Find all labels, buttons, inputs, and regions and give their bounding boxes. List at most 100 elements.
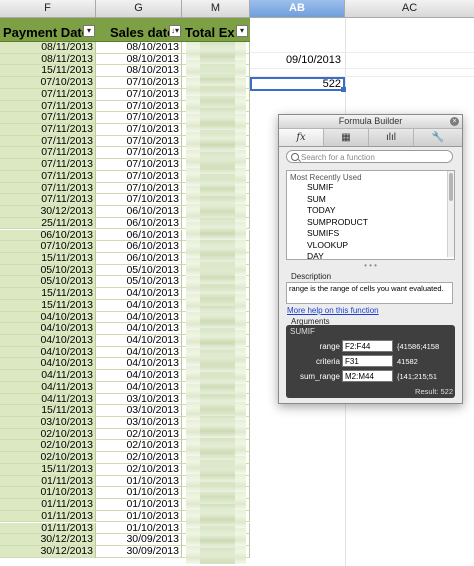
cell-sales-date[interactable]: 01/10/2013: [96, 510, 182, 523]
cell-payment-date[interactable]: 05/10/2013: [0, 276, 96, 289]
argument-input[interactable]: M2:M44: [342, 370, 393, 382]
tab-formula-builder[interactable]: fx: [279, 129, 324, 146]
cell-sales-date[interactable]: 06/10/2013: [96, 229, 182, 242]
cell-payment-date[interactable]: 04/10/2013: [0, 335, 96, 347]
cell-sales-date[interactable]: 03/10/2013: [96, 393, 182, 406]
panel-title-bar[interactable]: Formula Builder ×: [279, 115, 462, 128]
cell-payment-date[interactable]: 30/12/2013: [0, 534, 96, 546]
help-link[interactable]: More help on this function: [287, 306, 379, 315]
close-icon[interactable]: ×: [450, 117, 459, 126]
cell-sales-date[interactable]: 08/10/2013: [96, 42, 182, 54]
cell-payment-date[interactable]: 15/11/2013: [0, 288, 96, 300]
cell-payment-date[interactable]: 02/10/2013: [0, 428, 96, 441]
cell-sales-date[interactable]: 04/10/2013: [96, 288, 182, 300]
function-list-item[interactable]: DAY: [287, 251, 454, 259]
sort-filter-icon[interactable]: ↓▾: [169, 25, 181, 37]
tab-object-palette[interactable]: ▦: [324, 129, 369, 146]
cell-sales-date[interactable]: 03/10/2013: [96, 405, 182, 417]
cell-payment-date[interactable]: 08/11/2013: [0, 42, 96, 54]
cell-sales-date[interactable]: 07/10/2013: [96, 194, 182, 207]
filter-dropdown-icon[interactable]: ▾: [236, 25, 248, 37]
cell-sales-date[interactable]: 04/10/2013: [96, 335, 182, 347]
cell-sales-date[interactable]: 04/10/2013: [96, 358, 182, 371]
cell-sales-date[interactable]: 04/10/2013: [96, 381, 182, 394]
cell-sales-date[interactable]: 05/10/2013: [96, 276, 182, 289]
function-list-item[interactable]: SUM: [287, 194, 454, 206]
cell-payment-date[interactable]: 04/11/2013: [0, 370, 96, 382]
cell-sales-date[interactable]: 04/10/2013: [96, 323, 182, 335]
cell-payment-date[interactable]: 08/11/2013: [0, 53, 96, 66]
cell-sales-date[interactable]: 04/10/2013: [96, 311, 182, 324]
cell-sales-date[interactable]: 08/10/2013: [96, 53, 182, 66]
cell-payment-date[interactable]: 15/11/2013: [0, 405, 96, 417]
cell-sales-date[interactable]: 02/10/2013: [96, 428, 182, 441]
cell-payment-date[interactable]: 01/10/2013: [0, 487, 96, 500]
cell-payment-date[interactable]: 07/11/2013: [0, 159, 96, 171]
function-list-item[interactable]: SUMIF: [287, 182, 454, 194]
cell-sales-date[interactable]: 01/10/2013: [96, 487, 182, 500]
cell-payment-date[interactable]: 05/10/2013: [0, 264, 96, 277]
tab-tools[interactable]: 🔧: [414, 129, 462, 146]
cell-payment-date[interactable]: 02/10/2013: [0, 440, 96, 453]
cell-payment-date[interactable]: 04/10/2013: [0, 323, 96, 335]
cell-sales-date[interactable]: 01/10/2013: [96, 499, 182, 511]
cell-sales-date[interactable]: 07/10/2013: [96, 135, 182, 148]
list-scrollbar[interactable]: [447, 171, 454, 257]
column-header-m[interactable]: M: [182, 0, 250, 17]
cell-sales-date[interactable]: 06/10/2013: [96, 241, 182, 253]
cell-payment-date[interactable]: 15/11/2013: [0, 65, 96, 78]
function-list-item[interactable]: TODAY: [287, 205, 454, 217]
cell-payment-date[interactable]: 07/11/2013: [0, 112, 96, 124]
cell-payment-date[interactable]: 04/11/2013: [0, 381, 96, 394]
cell-payment-date[interactable]: 07/11/2013: [0, 135, 96, 148]
cell-payment-date[interactable]: 06/10/2013: [0, 229, 96, 242]
cell-sales-date[interactable]: 30/09/2013: [96, 545, 182, 558]
cell-payment-date[interactable]: 01/11/2013: [0, 522, 96, 535]
cell-sales-date[interactable]: 06/10/2013: [96, 206, 182, 218]
cell-payment-date[interactable]: 30/12/2013: [0, 206, 96, 218]
cell-sales-date[interactable]: 05/10/2013: [96, 264, 182, 277]
cell-sales-date[interactable]: 30/09/2013: [96, 534, 182, 546]
column-header-g[interactable]: G: [96, 0, 182, 17]
cell-sales-date[interactable]: 08/10/2013: [96, 65, 182, 78]
function-list-item[interactable]: SUMPRODUCT: [287, 217, 454, 229]
function-list-item[interactable]: VLOOKUP: [287, 240, 454, 252]
cell-sales-date[interactable]: 07/10/2013: [96, 100, 182, 113]
cell-payment-date[interactable]: 07/10/2013: [0, 241, 96, 253]
cell-payment-date[interactable]: 07/11/2013: [0, 88, 96, 101]
column-header-f[interactable]: F: [0, 0, 96, 17]
tab-scrapbook[interactable]: ılıl: [369, 129, 414, 146]
cell-sales-date[interactable]: 07/10/2013: [96, 112, 182, 124]
cell-payment-date[interactable]: 07/11/2013: [0, 194, 96, 207]
cell-payment-date[interactable]: 04/11/2013: [0, 393, 96, 406]
cell-payment-date[interactable]: 30/12/2013: [0, 545, 96, 558]
cell-payment-date[interactable]: 07/11/2013: [0, 124, 96, 136]
cell-sales-date[interactable]: 03/10/2013: [96, 417, 182, 429]
function-list-item[interactable]: SUMIFS: [287, 228, 454, 240]
cell-payment-date[interactable]: 15/11/2013: [0, 252, 96, 265]
filter-dropdown-icon[interactable]: ▾: [83, 25, 95, 37]
cell-payment-date[interactable]: 07/11/2013: [0, 147, 96, 160]
cell-payment-date[interactable]: 04/10/2013: [0, 311, 96, 324]
argument-input[interactable]: F31: [342, 355, 393, 367]
cell-payment-date[interactable]: 07/11/2013: [0, 170, 96, 183]
cell-sales-date[interactable]: 02/10/2013: [96, 440, 182, 453]
cell-sales-date[interactable]: 02/10/2013: [96, 463, 182, 476]
cell-payment-date[interactable]: 01/11/2013: [0, 510, 96, 523]
function-search-input[interactable]: Search for a function: [286, 150, 453, 163]
cell-payment-date[interactable]: 03/10/2013: [0, 417, 96, 429]
fill-handle[interactable]: [341, 87, 346, 92]
cell-sales-date[interactable]: 07/10/2013: [96, 147, 182, 160]
cell-payment-date[interactable]: 15/11/2013: [0, 463, 96, 476]
cell-sales-date[interactable]: 07/10/2013: [96, 124, 182, 136]
cell-payment-date[interactable]: 04/10/2013: [0, 346, 96, 359]
cell-payment-date[interactable]: 07/10/2013: [0, 77, 96, 89]
cell-sales-date[interactable]: 04/10/2013: [96, 370, 182, 382]
column-header-ab[interactable]: AB: [250, 0, 345, 17]
cell-payment-date[interactable]: 01/11/2013: [0, 475, 96, 488]
column-header-ac[interactable]: AC: [345, 0, 474, 17]
cell-sales-date[interactable]: 07/10/2013: [96, 77, 182, 89]
cell-sales-date[interactable]: 01/10/2013: [96, 475, 182, 488]
cell-payment-date[interactable]: 01/11/2013: [0, 499, 96, 511]
resize-grip[interactable]: • • •: [279, 261, 462, 270]
